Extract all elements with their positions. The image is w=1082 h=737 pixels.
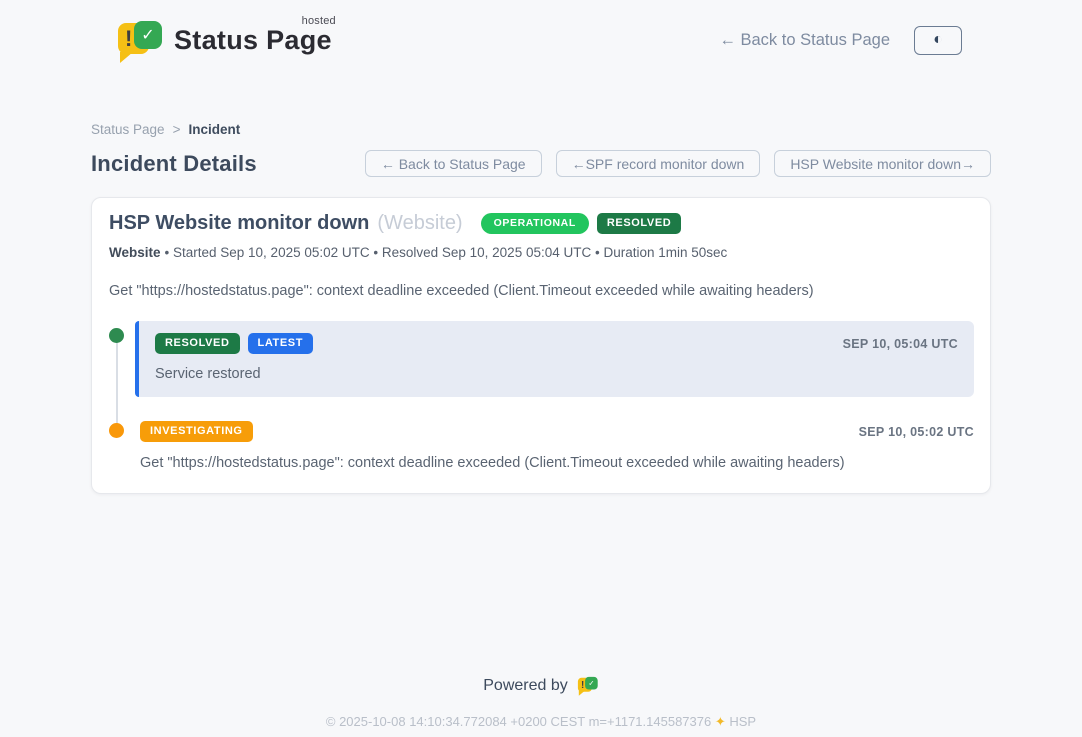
logo-bubble-tail (120, 52, 133, 63)
incident-description: Get "https://hostedstatus.page": context… (109, 283, 974, 299)
checkmark-icon: ✓ (134, 21, 162, 49)
theme-toggle-button[interactable]: ◐ (914, 26, 962, 55)
latest-badge: LATEST (248, 333, 314, 354)
breadcrumb: Status Page > Incident (91, 122, 991, 137)
main-content: Status Page > Incident Incident Details … (91, 122, 991, 730)
back-to-status-page-link[interactable]: ← Back to Status Page (719, 31, 890, 50)
statuspage-logo-icon: ! ✓ (116, 19, 164, 61)
powered-by-link[interactable]: Powered by ! ✓ (483, 676, 599, 696)
incident-nav-buttons: ← Back to Status Page ←SPF record monito… (365, 150, 991, 177)
operational-status-badge: OPERATIONAL (481, 213, 589, 235)
brand-logo[interactable]: ! ✓ Status Pagehosted (116, 19, 332, 61)
exclamation-icon: ! (125, 28, 132, 50)
prev-incident-button[interactable]: ←SPF record monitor down (556, 150, 761, 177)
next-incident-button[interactable]: HSP Website monitor down→ (774, 150, 991, 177)
timeline-dot-investigating-icon (109, 423, 124, 438)
brand-wordmark: Status Pagehosted (174, 25, 332, 56)
half-circle-contrast-icon: ◐ (933, 32, 943, 48)
sparkles-icon: ✦ (715, 714, 726, 729)
timeline-message: Get "https://hostedstatus.page": context… (140, 455, 974, 471)
incident-timeline: RESOLVED LATEST SEP 10, 05:04 UTC Servic… (109, 321, 974, 471)
timeline-message: Service restored (155, 366, 958, 382)
incident-card: HSP Website monitor down (Website) OPERA… (91, 197, 991, 494)
copyright-text: © 2025-10-08 14:10:34.772084 +0200 CEST … (326, 714, 711, 729)
page-title: Incident Details (91, 151, 257, 177)
meta-details: • Started Sep 10, 2025 05:02 UTC • Resol… (165, 245, 728, 260)
timeline-timestamp: SEP 10, 05:04 UTC (843, 337, 958, 351)
copyright-line: © 2025-10-08 14:10:34.772084 +0200 CEST … (91, 714, 991, 730)
breadcrumb-incident: Incident (188, 122, 240, 137)
back-to-status-page-button[interactable]: ← Back to Status Page (365, 150, 542, 177)
investigating-badge: INVESTIGATING (140, 421, 253, 442)
powered-by-label: Powered by (483, 677, 568, 695)
statuspage-logo-mini-icon: ! ✓ (577, 676, 599, 696)
timeline-entry: INVESTIGATING SEP 10, 05:02 UTC Get "htt… (109, 421, 974, 471)
header: ! ✓ Status Pagehosted ← Back to Status P… (0, 0, 1082, 64)
resolved-state-badge: RESOLVED (597, 213, 682, 234)
incident-title-row: HSP Website monitor down (Website) OPERA… (109, 212, 974, 235)
timeline-entry: RESOLVED LATEST SEP 10, 05:04 UTC Servic… (109, 321, 974, 397)
timeline-entry-header: INVESTIGATING SEP 10, 05:02 UTC (140, 421, 974, 442)
footer: Powered by ! ✓ © 2025-10-08 14:10:34.772… (91, 676, 991, 730)
timeline-entry-highlight-box: RESOLVED LATEST SEP 10, 05:04 UTC Servic… (135, 321, 974, 397)
header-actions: ← Back to Status Page ◐ (719, 26, 962, 55)
brand-superscript: hosted (302, 15, 336, 27)
incident-component: (Website) (377, 212, 462, 235)
timeline-entry-header: RESOLVED LATEST SEP 10, 05:04 UTC (155, 333, 958, 354)
incident-title: HSP Website monitor down (109, 212, 369, 235)
resolved-badge: RESOLVED (155, 333, 240, 354)
copyright-suffix: HSP (729, 714, 756, 729)
incident-meta: Website • Started Sep 10, 2025 05:02 UTC … (109, 245, 974, 260)
breadcrumb-status-page[interactable]: Status Page (91, 122, 165, 137)
timeline-timestamp: SEP 10, 05:02 UTC (859, 425, 974, 439)
breadcrumb-separator: > (173, 122, 181, 137)
timeline-dot-resolved-icon (109, 328, 124, 343)
timeline-entry-content: INVESTIGATING SEP 10, 05:02 UTC Get "htt… (140, 421, 974, 471)
title-row: Incident Details ← Back to Status Page ←… (91, 150, 991, 177)
meta-component-name: Website (109, 245, 161, 260)
